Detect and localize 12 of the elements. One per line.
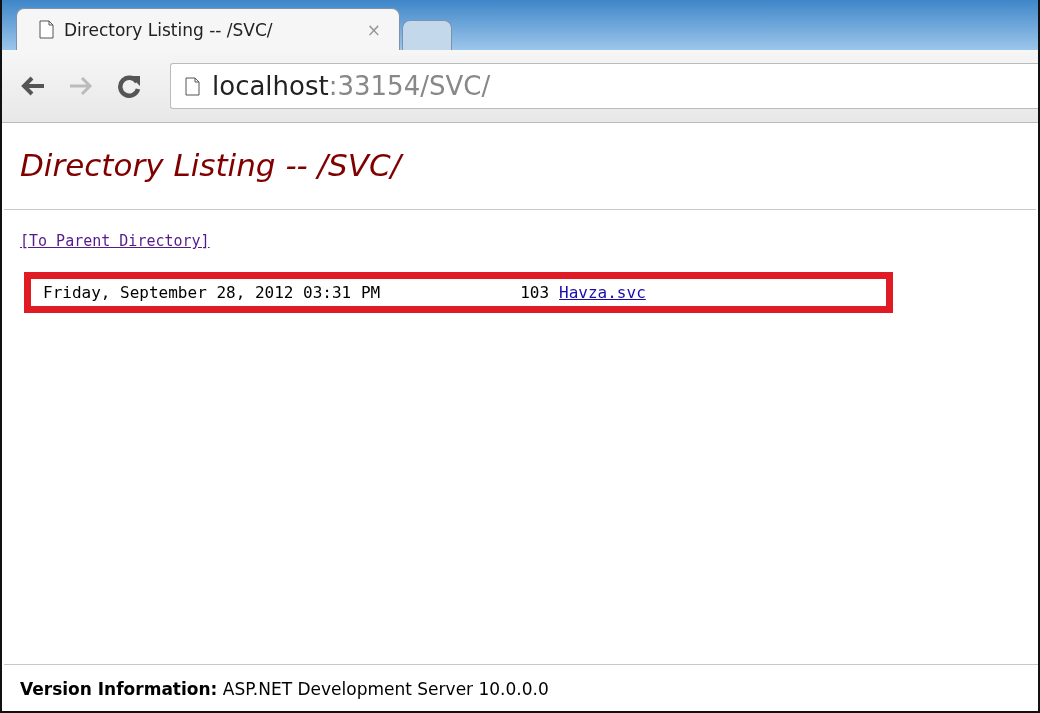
- parent-directory-link[interactable]: [To Parent Directory]: [20, 232, 210, 250]
- page-heading: Directory Listing -- /SVC/: [20, 147, 402, 183]
- reload-icon[interactable]: [116, 73, 142, 99]
- back-icon[interactable]: [20, 76, 46, 96]
- file-size: 103: [520, 283, 550, 302]
- version-information: Version Information: ASP.NET Development Server 10.0.0.0: [20, 679, 549, 699]
- page-icon: [39, 20, 54, 39]
- page-icon: [185, 76, 200, 96]
- browser-tab[interactable]: Directory Listing -- /SVC/ ×: [16, 8, 400, 50]
- address-bar[interactable]: localhost:33154/SVC/: [170, 63, 1038, 109]
- file-link[interactable]: Havza.svc: [559, 283, 646, 302]
- file-date: Friday, September 28, 2012 03:31 PM: [43, 283, 381, 302]
